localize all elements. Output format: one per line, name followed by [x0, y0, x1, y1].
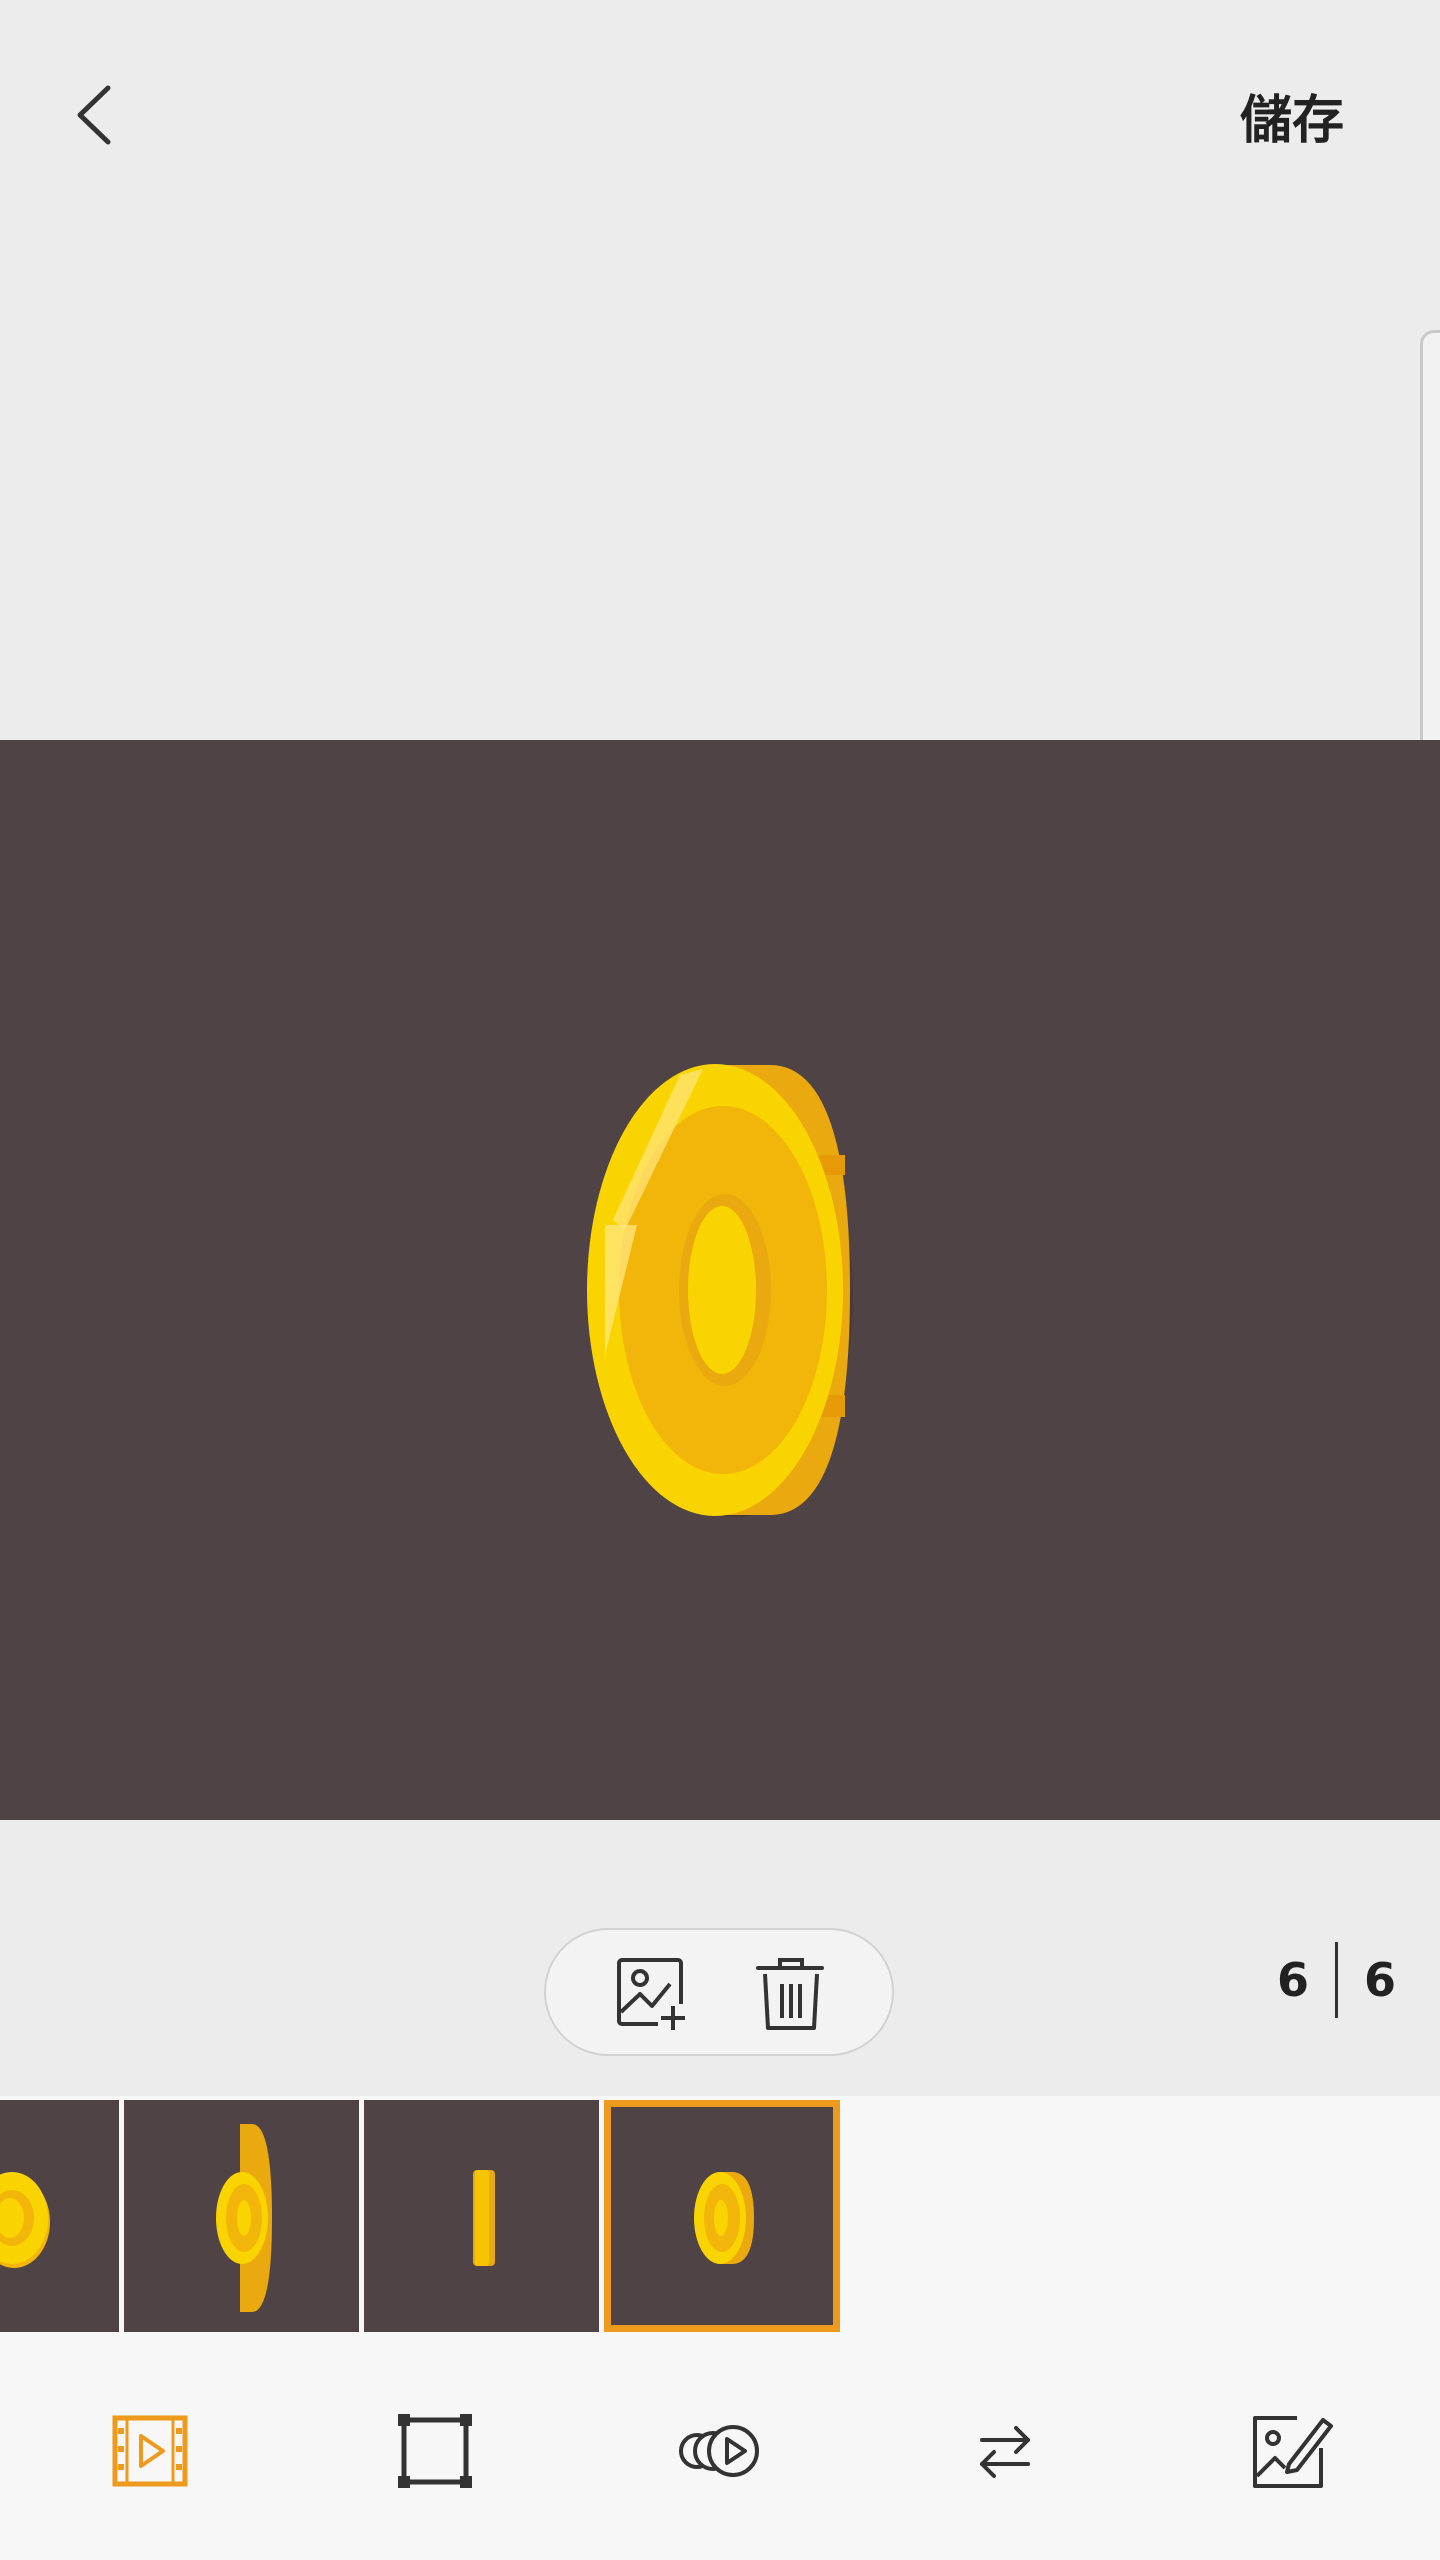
coin-front-icon	[0, 2172, 50, 2268]
total-frame-number: 6	[1363, 1953, 1396, 2007]
add-image-icon	[617, 1958, 688, 2032]
save-button[interactable]: 儲存	[1240, 78, 1344, 153]
coin-tilted-icon	[694, 2172, 754, 2264]
frame-thumbnail-4[interactable]	[124, 2100, 359, 2332]
speed-tool-button[interactable]	[675, 2406, 765, 2496]
speed-icon	[679, 2425, 759, 2477]
coin-edge-icon	[473, 2170, 495, 2266]
edit-icon	[1253, 2416, 1333, 2488]
filmstrip[interactable]	[0, 2096, 1440, 2336]
frame-thumbnail-3[interactable]	[0, 2100, 119, 2332]
frame-action-pill	[544, 1928, 894, 2056]
frame-counter: 6 6	[1277, 1940, 1396, 2020]
back-button[interactable]	[62, 70, 132, 160]
reverse-icon	[980, 2426, 1030, 2478]
add-frame-button[interactable]	[614, 1954, 692, 2034]
trash-icon	[756, 1958, 824, 2030]
coin-tilted-icon	[216, 2124, 272, 2312]
crop-tool-button[interactable]	[390, 2406, 480, 2496]
side-panel-handle[interactable]	[1420, 330, 1440, 804]
bottom-toolbar	[0, 2336, 1440, 2560]
edit-tool-button[interactable]	[1245, 2406, 1335, 2496]
frame-thumbnail-6[interactable]	[604, 2100, 840, 2332]
frame-thumbnail-5[interactable]	[364, 2100, 599, 2332]
reverse-tool-button[interactable]	[960, 2406, 1050, 2496]
frames-tool-button[interactable]	[105, 2406, 195, 2496]
gold-coin-icon	[587, 1064, 853, 1517]
chevron-left-icon	[77, 85, 111, 145]
current-frame-number: 6	[1276, 1953, 1309, 2007]
counter-separator	[1334, 1942, 1338, 2018]
crop-icon	[398, 2414, 472, 2488]
delete-frame-button[interactable]	[752, 1954, 830, 2034]
frames-icon	[112, 2415, 188, 2487]
top-bar: 儲存	[0, 0, 1440, 230]
